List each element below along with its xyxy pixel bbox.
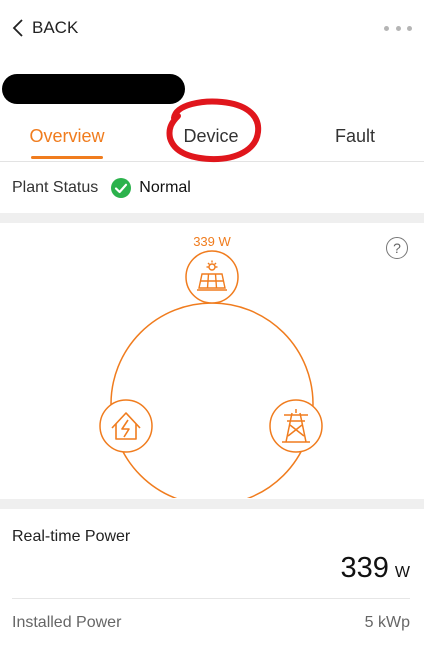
flow-ring xyxy=(110,302,314,498)
tab-device[interactable]: Device xyxy=(166,112,256,161)
tab-fault-label: Fault xyxy=(334,126,376,146)
grid-tower-icon[interactable] xyxy=(269,399,323,453)
solar-panel-icon[interactable] xyxy=(185,250,239,304)
realtime-power-title: Real-time Power xyxy=(12,528,131,545)
realtime-power-unit: W xyxy=(394,564,410,581)
plant-status-value: Normal xyxy=(139,179,191,196)
home-icon[interactable] xyxy=(99,399,153,453)
flow-svg xyxy=(99,250,323,498)
header: BACK xyxy=(0,0,424,56)
check-circle-icon xyxy=(111,178,132,198)
back-button[interactable]: BACK xyxy=(12,14,78,42)
redacted-plant-name xyxy=(2,74,185,104)
tab-overview-label: Overview xyxy=(29,126,105,146)
divider xyxy=(12,598,410,599)
back-chevron-icon xyxy=(12,19,23,37)
more-icon[interactable] xyxy=(384,18,412,38)
realtime-power-value: 339 W xyxy=(341,552,411,585)
tab-overview[interactable]: Overview xyxy=(22,112,112,161)
realtime-power-number: 339 xyxy=(340,552,389,584)
section-separator xyxy=(0,499,424,509)
back-label: BACK xyxy=(32,18,79,37)
energy-flow-diagram: 339 W ? xyxy=(0,222,424,498)
plant-status-row: Plant Status Normal xyxy=(0,164,424,212)
tab-device-label: Device xyxy=(183,126,239,146)
tab-fault[interactable]: Fault xyxy=(310,112,400,161)
installed-power-label: Installed Power xyxy=(12,614,122,631)
realtime-power-section: Real-time Power 339 W Installed Power 5 … xyxy=(0,510,424,649)
plant-status-label: Plant Status xyxy=(12,179,99,196)
tab-bar: Overview Device Fault xyxy=(0,112,424,162)
installed-power-value: 5 kWp xyxy=(364,614,410,631)
tab-active-indicator xyxy=(31,156,103,159)
